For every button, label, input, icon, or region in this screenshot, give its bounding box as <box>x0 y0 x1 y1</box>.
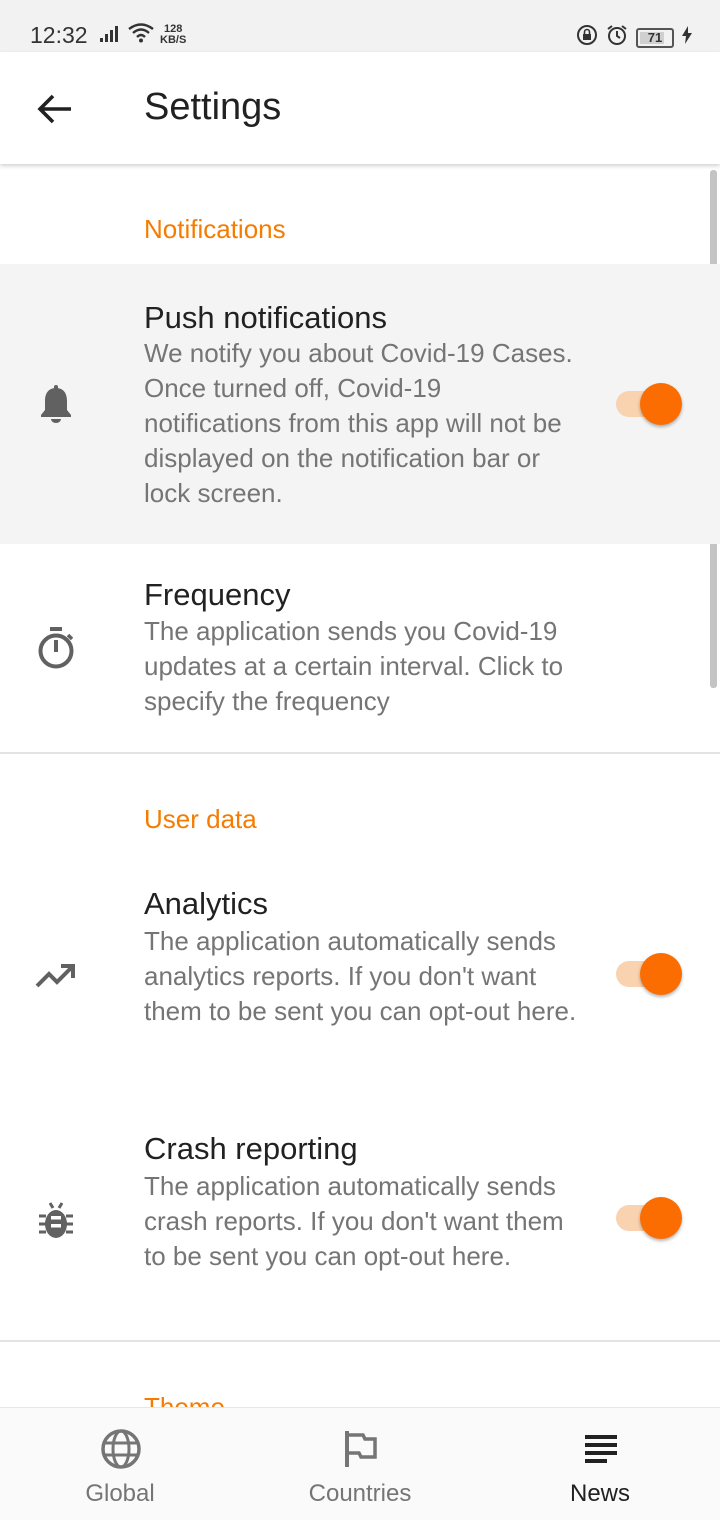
signal-icon <box>100 24 122 47</box>
charging-icon <box>682 26 692 49</box>
nav-label-countries: Countries <box>308 1480 412 1507</box>
crash-reporting-switch[interactable] <box>614 1196 682 1240</box>
status-left-icons: 128 KB/S <box>100 22 186 48</box>
analytics-title: Analytics <box>144 886 269 921</box>
section-divider <box>0 752 720 754</box>
bug-icon <box>34 1198 78 1242</box>
status-right-icons: 71 <box>576 24 692 51</box>
nav-item-countries[interactable]: Countries <box>240 1408 480 1520</box>
analytics-switch[interactable] <box>614 952 682 996</box>
pref-crash-reporting[interactable]: Crash reporting The application automati… <box>0 1110 720 1340</box>
network-speed: 128 KB/S <box>160 24 186 46</box>
bell-icon <box>34 382 78 426</box>
nav-item-global[interactable]: Global <box>0 1408 240 1520</box>
page-title: Settings <box>144 86 282 128</box>
pref-analytics[interactable]: Analytics The application automatically … <box>0 864 720 1100</box>
section-header-theme: Theme <box>144 1392 225 1407</box>
pref-push-notifications[interactable]: Push notifications We notify you about C… <box>0 264 720 544</box>
status-time: 12:32 <box>30 22 88 48</box>
crash-reporting-summary: The application automatically sends cras… <box>144 1171 564 1271</box>
crash-reporting-title: Crash reporting <box>144 1131 358 1166</box>
back-arrow-icon <box>37 94 71 124</box>
rotation-lock-icon <box>576 24 598 51</box>
push-notifications-title: Push notifications <box>144 300 387 335</box>
battery-level: 71 <box>647 30 663 45</box>
app-bar: Settings <box>0 52 720 164</box>
wifi-icon <box>128 22 154 48</box>
section-divider <box>0 1340 720 1342</box>
news-icon <box>580 1428 622 1470</box>
battery-icon: 71 <box>636 27 674 48</box>
back-button[interactable] <box>26 80 84 138</box>
nav-label-global: Global <box>85 1480 155 1507</box>
nav-label-news: News <box>569 1480 630 1507</box>
timer-icon <box>34 626 78 670</box>
bottom-navigation: Global Countries News <box>0 1407 720 1520</box>
section-header-notifications: Notifications <box>144 214 286 244</box>
section-header-user-data: User data <box>144 804 257 834</box>
push-notifications-switch[interactable] <box>614 382 682 426</box>
network-speed-unit: KB/S <box>160 34 187 46</box>
analytics-summary: The application automatically sends anal… <box>144 926 577 1026</box>
trending-up-icon <box>34 954 78 998</box>
frequency-summary: The application sends you Covid-19 updat… <box>144 616 564 716</box>
flag-icon <box>340 1428 382 1470</box>
status-bar: 12:32 128 KB/S 71 <box>0 0 720 52</box>
nav-item-news[interactable]: News <box>480 1408 720 1520</box>
push-notifications-summary: We notify you about Covid-19 Cases. Once… <box>144 338 573 508</box>
settings-list[interactable]: Notifications Push notifications We noti… <box>0 164 720 1407</box>
globe-icon <box>100 1428 142 1470</box>
frequency-title: Frequency <box>144 577 291 612</box>
alarm-icon <box>606 24 628 51</box>
pref-frequency[interactable]: Frequency The application sends you Covi… <box>0 544 720 752</box>
